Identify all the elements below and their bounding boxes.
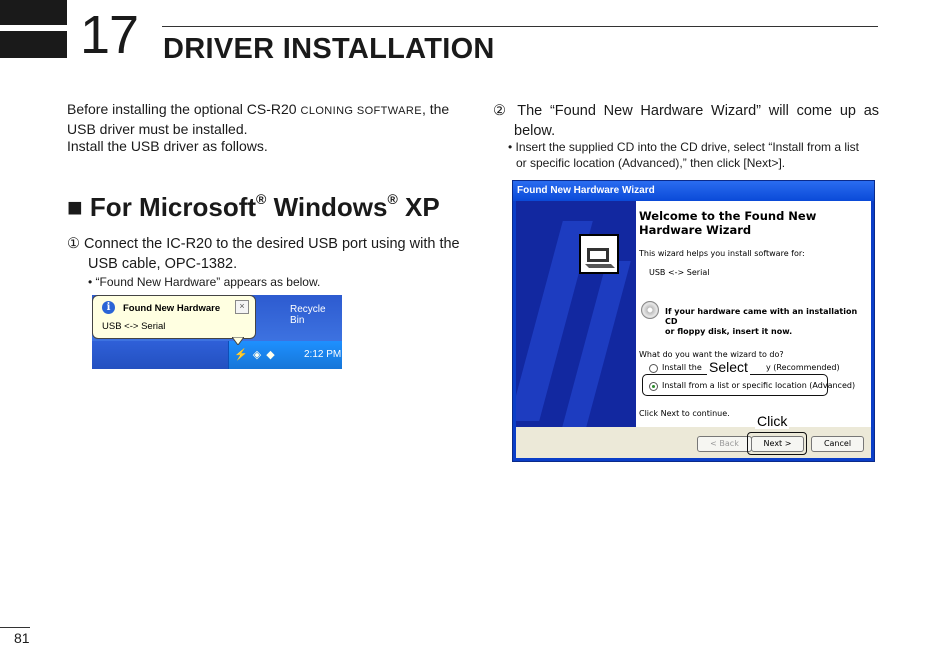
section-heading: ■ For Microsoft® Windows® XP [67, 191, 440, 222]
callout-select: Select [707, 359, 750, 375]
balloon-pointer [232, 337, 244, 345]
wizard-intro: This wizard helps you install software f… [639, 249, 805, 258]
option-automatic-label-tail: y (Recommended) [766, 363, 840, 372]
back-button[interactable]: < Back [697, 436, 752, 452]
balloon-body: USB <-> Serial [102, 321, 166, 332]
step-2-note-line-2: or specific location (Advanced),” then c… [516, 156, 786, 170]
found-new-hardware-balloon[interactable]: i Found New Hardware USB <-> Serial × [92, 295, 256, 339]
wizard-heading: Welcome to the Found New Hardware Wizard [639, 209, 817, 237]
header-rule [162, 26, 878, 27]
header-bar-top [0, 0, 67, 25]
step-2-note-line-1: • Insert the supplied CD into the CD dri… [508, 140, 860, 154]
taskbar-screenshot: Recycle Bin i Found New Hardware USB <->… [92, 295, 342, 369]
chapter-title: DRIVER INSTALLATION [163, 33, 495, 65]
tray-clock[interactable]: 2:12 PM [304, 349, 341, 360]
wizard-button-bar: < Back Next > Cancel [516, 427, 871, 458]
cloning-software-term: cloning software [300, 105, 422, 117]
device-name: USB <-> Serial [649, 268, 710, 277]
intro-line-1: Before installing the optional CS-R20 cl… [67, 101, 450, 117]
recycle-bin-label[interactable]: Recycle Bin [290, 304, 342, 326]
option-automatic-label: Install the [662, 363, 702, 372]
step-1-marker: ① [67, 236, 80, 252]
step-2: ② The “Found New Hardware Wizard” will c… [493, 102, 879, 141]
info-icon: i [102, 301, 115, 314]
step-1-note: • “Found New Hardware” appears as below. [88, 275, 321, 289]
step-1-line-1: Connect the IC-R20 to the desired USB po… [84, 236, 460, 252]
wizard-side-banner [516, 201, 636, 427]
hardware-wizard-icon [579, 234, 619, 274]
option-advanced-label: Install from a list or specific location… [662, 381, 856, 390]
step-2-note: • Insert the supplied CD into the CD dri… [508, 139, 859, 171]
step-2-marker: ② [493, 103, 510, 119]
step-1-line-2: USB cable, OPC-1382. [88, 255, 238, 272]
step-2-line-1: The “Found New Hardware Wizard” will com… [517, 103, 880, 119]
page-number-rule [0, 627, 30, 628]
next-button[interactable]: Next > [751, 436, 804, 452]
chapter-number: 17 [80, 5, 139, 65]
wizard-window: Found New Hardware Wizard Welcome to the… [512, 180, 875, 462]
header-bar-bottom [0, 31, 67, 58]
option-advanced-radio[interactable] [649, 382, 658, 391]
wizard-title-bar: Found New Hardware Wizard [513, 181, 874, 201]
option-automatic-radio[interactable] [649, 364, 658, 373]
intro-paragraph: Before installing the optional CS-R20 cl… [67, 101, 467, 156]
intro-line-3: Install the USB driver as follows. [67, 138, 268, 154]
continue-hint: Click Next to continue. [639, 409, 730, 418]
cancel-button[interactable]: Cancel [811, 436, 864, 452]
wizard-content: Welcome to the Found New Hardware Wizard… [636, 201, 871, 427]
step-1: ① Connect the IC-R20 to the desired USB … [67, 235, 460, 274]
page-number: 81 [14, 630, 30, 646]
cd-instruction: If your hardware came with an installati… [665, 307, 858, 336]
close-icon[interactable]: × [235, 300, 249, 314]
callout-click: Click [755, 413, 790, 429]
tray-icons[interactable]: ⚡ ◈ ◆ [234, 348, 276, 361]
wizard-question: What do you want the wizard to do? [639, 350, 784, 359]
cd-icon [641, 301, 659, 319]
intro-line-2: USB driver must be installed. [67, 120, 248, 137]
balloon-title: Found New Hardware [123, 303, 221, 314]
